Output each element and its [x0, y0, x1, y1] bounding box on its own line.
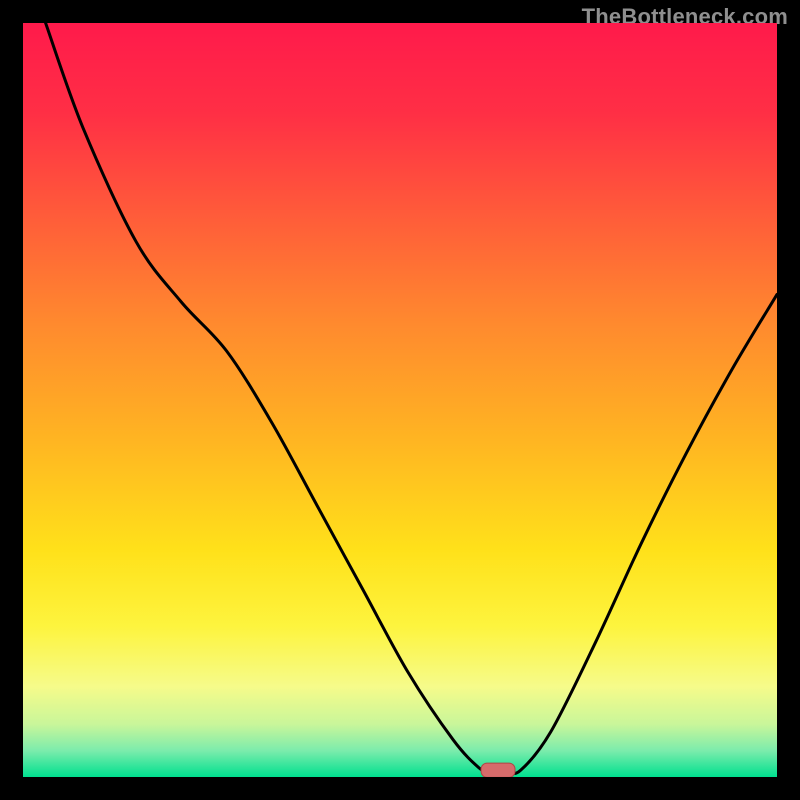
bottleneck-chart — [23, 23, 777, 777]
gradient-background — [23, 23, 777, 777]
optimal-marker — [481, 763, 515, 777]
chart-frame: TheBottleneck.com — [0, 0, 800, 800]
